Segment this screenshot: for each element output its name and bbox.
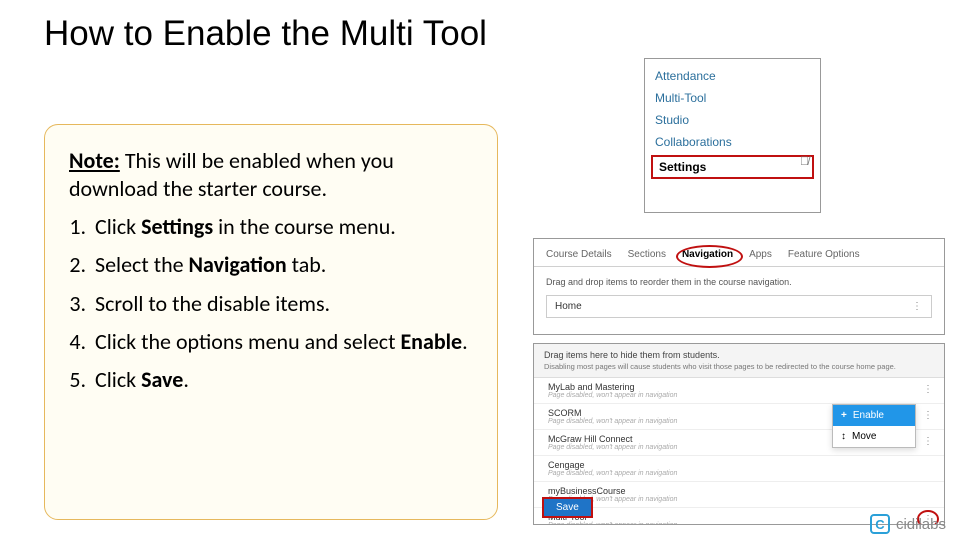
kebab-icon[interactable]: ⋮ [923,410,934,421]
page-title: How to Enable the Multi Tool [44,14,487,54]
step-5: Click Save. [91,366,475,394]
sidebar-item-attendance[interactable]: Attendance [645,65,820,87]
plus-icon: + [841,410,847,421]
disabled-items-screenshot: Drag items here to hide them from studen… [533,343,945,525]
tabs-desc: Drag and drop items to reorder them in t… [534,267,944,289]
step-3: Scroll to the disable items. [91,290,475,318]
logo-badge: C [870,514,890,534]
sidebar-item-studio[interactable]: Studio [645,109,820,131]
tab-sections[interactable]: Sections [628,249,666,260]
kebab-icon[interactable]: ⋮ [923,436,934,447]
tab-navigation[interactable]: Navigation [682,249,733,260]
step-1: Click Settings in the course menu. [91,213,475,241]
note-text: Note: This will be enabled when you down… [69,147,475,203]
list-item[interactable]: MyLab and Mastering Page disabled, won't… [534,378,944,404]
hidden-icon: 👁̸ [800,154,809,168]
list-item[interactable]: myBusinessCourse Page disabled, won't ap… [534,482,944,508]
save-button[interactable]: Save [542,497,593,518]
nav-item-home[interactable]: Home ⋮ [546,295,932,318]
popover-move[interactable]: ↕ Move [833,426,915,447]
cidilabs-logo: C cidilabs [870,514,946,534]
tab-feature-options[interactable]: Feature Options [788,249,860,260]
options-popover: + Enable ↕ Move [832,404,916,448]
move-icon: ↕ [841,431,846,442]
settings-tabs-screenshot: Course Details Sections Navigation Apps … [533,238,945,335]
sidebar-item-multitool[interactable]: Multi-Tool [645,87,820,109]
tab-course-details[interactable]: Course Details [546,249,612,260]
course-menu-screenshot: Attendance Multi-Tool Studio Collaborati… [644,58,821,213]
nav-item-label: Home [555,301,582,312]
list-item[interactable]: Cengage Page disabled, won't appear in n… [534,456,944,482]
tabs-row: Course Details Sections Navigation Apps … [534,239,944,267]
disabled-header: Drag items here to hide them from studen… [534,344,944,378]
sidebar-item-settings[interactable]: Settings [651,155,814,179]
popover-enable[interactable]: + Enable [833,405,915,426]
step-2: Select the Navigation tab. [91,251,475,279]
note-label: Note: [69,147,120,174]
disabled-list: MyLab and Mastering Page disabled, won't… [534,378,944,525]
note-panel: Note: This will be enabled when you down… [44,124,498,520]
steps-list: Click Settings in the course menu. Selec… [69,213,475,394]
logo-text: cidilabs [896,516,946,533]
step-4: Click the options menu and select Enable… [91,328,475,356]
tab-apps[interactable]: Apps [749,249,772,260]
kebab-icon[interactable]: ⋮ [912,301,923,312]
sidebar-item-collaborations[interactable]: Collaborations [645,131,820,153]
kebab-icon[interactable]: ⋮ [923,384,934,395]
